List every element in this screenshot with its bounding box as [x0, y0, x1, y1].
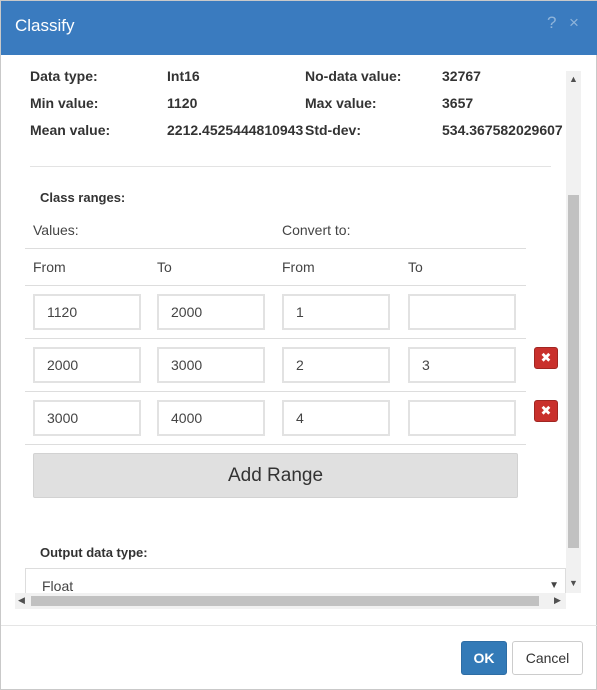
dialog-content: Data type: Int16 No-data value: 32767 Mi… — [15, 55, 566, 595]
convert-to-input[interactable] — [408, 294, 516, 330]
max-value: 3657 — [442, 95, 474, 111]
output-data-type-value: Float — [42, 578, 74, 594]
range-to-input[interactable]: 4000 — [157, 400, 265, 436]
cancel-button[interactable]: Cancel — [512, 641, 583, 675]
min-value-label: Min value: — [30, 95, 99, 111]
delete-icon: ✖ — [540, 350, 552, 365]
convert-to-input[interactable]: 3 — [408, 347, 516, 383]
delete-range-button[interactable]: ✖ — [534, 347, 558, 369]
data-type-value: Int16 — [167, 68, 200, 84]
convert-to-label: Convert to: — [282, 222, 351, 238]
data-type-label: Data type: — [30, 68, 98, 84]
footer-divider — [1, 625, 597, 626]
convert-from-input[interactable]: 4 — [282, 400, 390, 436]
scroll-down-arrow-icon[interactable]: ▼ — [566, 578, 581, 588]
table-divider — [25, 248, 526, 249]
output-data-type-select[interactable]: Float ▼ — [25, 568, 566, 595]
add-range-button[interactable]: Add Range — [33, 453, 518, 498]
row-divider — [25, 444, 526, 445]
delete-range-button[interactable]: ✖ — [534, 400, 558, 422]
divider — [30, 166, 551, 167]
scroll-left-arrow-icon[interactable]: ◀ — [18, 595, 25, 606]
row-divider — [25, 391, 526, 392]
table-divider — [25, 285, 526, 286]
close-icon[interactable]: × — [569, 13, 579, 33]
range-from-input[interactable]: 3000 — [33, 400, 141, 436]
vertical-scrollbar[interactable]: ▲ ▼ — [566, 71, 581, 593]
range-from-input[interactable]: 2000 — [33, 347, 141, 383]
col-header-from: From — [33, 259, 66, 275]
convert-from-input[interactable]: 1 — [282, 294, 390, 330]
output-data-type-label: Output data type: — [40, 545, 148, 560]
horizontal-scrollbar[interactable]: ◀ ▶ — [15, 593, 566, 609]
range-to-input[interactable]: 3000 — [157, 347, 265, 383]
mean-value-label: Mean value: — [30, 122, 111, 138]
col-header-to: To — [157, 259, 172, 275]
classify-dialog: Classify ? × Data type: Int16 No-data va… — [0, 0, 597, 690]
col-header-convert-to: To — [408, 259, 423, 275]
row-divider — [25, 338, 526, 339]
range-from-input[interactable]: 1120 — [33, 294, 141, 330]
min-value: 1120 — [167, 95, 198, 111]
convert-to-input[interactable] — [408, 400, 516, 436]
convert-from-input[interactable]: 2 — [282, 347, 390, 383]
range-to-input[interactable]: 2000 — [157, 294, 265, 330]
chevron-down-icon: ▼ — [549, 580, 559, 591]
delete-icon: ✖ — [540, 403, 552, 418]
vertical-scroll-thumb[interactable] — [568, 195, 579, 548]
col-header-convert-from: From — [282, 259, 315, 275]
horizontal-scroll-thumb[interactable] — [31, 596, 539, 606]
class-ranges-label: Class ranges: — [40, 190, 126, 205]
nodata-value: 32767 — [442, 68, 481, 84]
scroll-right-arrow-icon[interactable]: ▶ — [554, 595, 561, 606]
help-icon[interactable]: ? — [547, 13, 556, 33]
scroll-up-arrow-icon[interactable]: ▲ — [566, 74, 581, 84]
nodata-label: No-data value: — [305, 68, 402, 84]
dialog-titlebar: Classify ? × — [1, 1, 597, 55]
stddev-label: Std-dev: — [305, 122, 361, 138]
mean-value: 2212.4525444810943 — [167, 122, 304, 138]
max-value-label: Max value: — [305, 95, 377, 111]
dialog-title: Classify — [15, 16, 75, 35]
ok-button[interactable]: OK — [461, 641, 507, 675]
stddev-value: 534.367582029607 — [442, 122, 563, 138]
values-label: Values: — [33, 222, 79, 238]
